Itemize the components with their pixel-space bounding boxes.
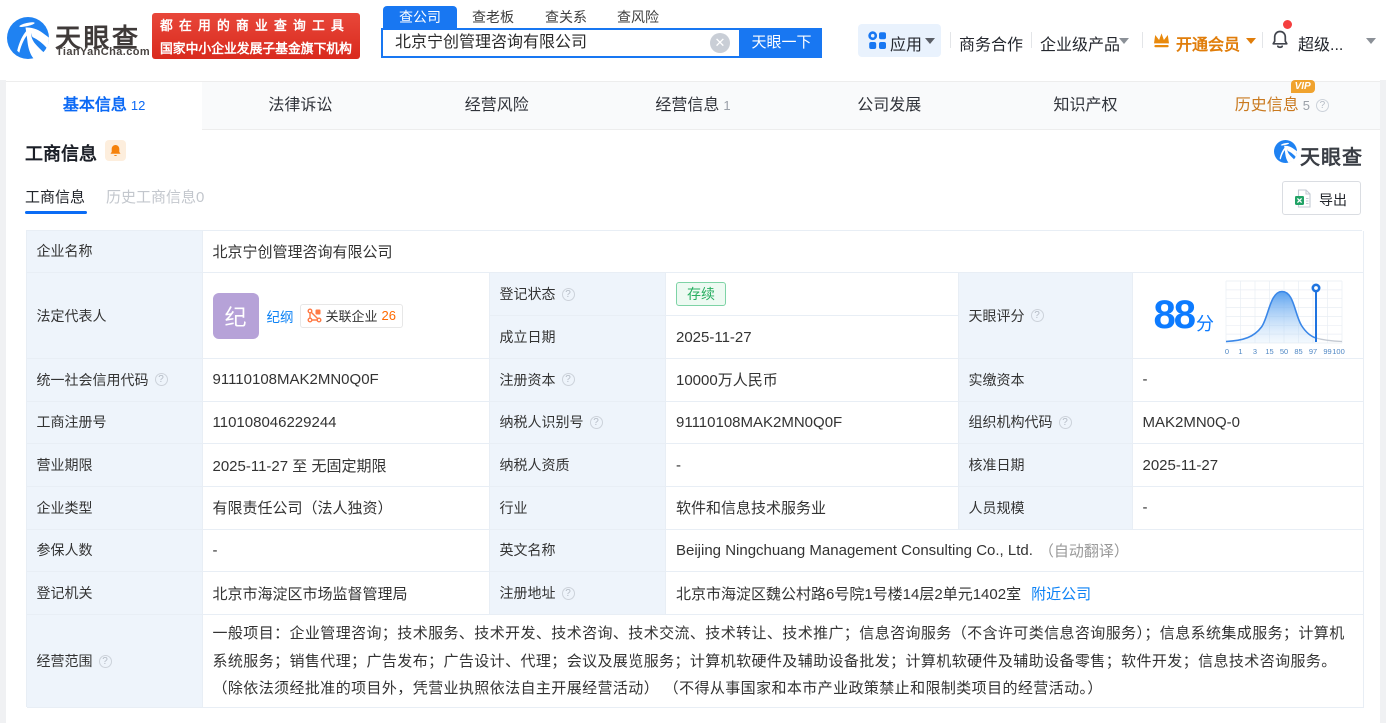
svg-text:85: 85: [1294, 347, 1302, 356]
svg-text:100: 100: [1332, 347, 1345, 356]
svg-text:15: 15: [1265, 347, 1273, 356]
svg-text:99: 99: [1323, 347, 1331, 356]
svg-text:0: 0: [1225, 347, 1229, 356]
svg-text:3: 3: [1253, 347, 1257, 356]
svg-text:97: 97: [1309, 347, 1317, 356]
svg-text:50: 50: [1280, 347, 1288, 356]
svg-text:1: 1: [1238, 347, 1242, 356]
